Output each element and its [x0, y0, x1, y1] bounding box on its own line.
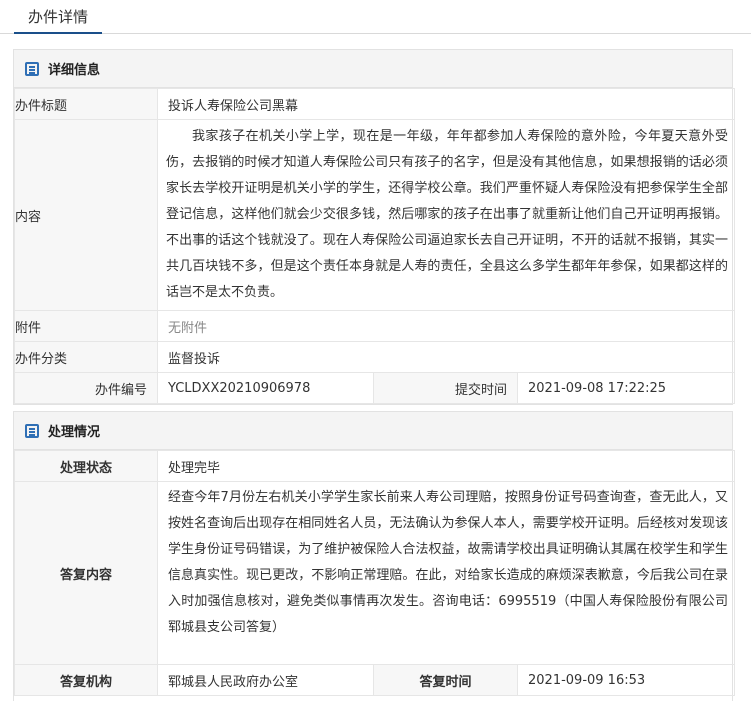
detail-info-section: 详细信息 办件标题 投诉人寿保险公司黑幕 内容 我家孩子在机关小学上学，现在是一… — [13, 49, 736, 405]
submit-time-value: 2021-09-08 17:22:25 — [516, 372, 736, 404]
case-title-value: 投诉人寿保险公司黑幕 — [156, 88, 736, 120]
table-row: 办件标题 投诉人寿保险公司黑幕 — [14, 88, 736, 120]
reply-time-label: 答复时间 — [373, 664, 518, 696]
detail-info-header: 详细信息 — [14, 50, 732, 88]
page-tab-bar: 办件详情 — [0, 0, 751, 34]
handling-section: 处理情况 处理状态 处理完毕 答复内容 经查今年7月份左右机关小学学生家长前来人… — [13, 411, 736, 701]
handling-header: 处理情况 — [14, 412, 732, 450]
table-row: 附件 无附件 — [14, 310, 736, 342]
reply-value: 经查今年7月份左右机关小学学生家长前来人寿公司理赔，按照身份证号码查询查，查无此… — [156, 481, 736, 665]
category-value: 监督投诉 — [156, 341, 736, 373]
table-row: 办件编号 YCLDXX20210906978 提交时间 2021-09-08 1… — [14, 372, 736, 404]
content-value: 我家孩子在机关小学上学，现在是一年级，年年都参加人寿保险的意外险，今年夏天意外受… — [156, 119, 736, 311]
table-row: 答复内容 经查今年7月份左右机关小学学生家长前来人寿公司理赔，按照身份证号码查询… — [14, 481, 736, 665]
detail-info-title: 详细信息 — [48, 63, 101, 78]
tab-case-detail[interactable]: 办件详情 — [14, 0, 103, 34]
table-row: 内容 我家孩子在机关小学上学，现在是一年级，年年都参加人寿保险的意外险，今年夏天… — [14, 119, 736, 311]
status-label: 处理状态 — [14, 450, 158, 482]
category-label: 办件分类 — [14, 341, 158, 373]
reply-label: 答复内容 — [14, 481, 158, 665]
content-label: 内容 — [14, 119, 158, 311]
table-row: 办件分类 监督投诉 — [14, 341, 736, 373]
reply-time-value: 2021-09-09 16:53 — [516, 664, 736, 696]
table-row: 答复机构 郓城县人民政府办公室 答复时间 2021-09-09 16:53 — [14, 664, 736, 696]
agency-value: 郓城县人民政府办公室 — [157, 664, 374, 696]
table-row: 处理状态 处理完毕 — [14, 450, 736, 482]
submit-time-label: 提交时间 — [373, 372, 518, 404]
detail-info-table: 办件标题 投诉人寿保险公司黑幕 内容 我家孩子在机关小学上学，现在是一年级，年年… — [14, 88, 736, 404]
list-doc-icon — [25, 423, 39, 438]
case-title-label: 办件标题 — [14, 88, 158, 120]
case-number-value: YCLDXX20210906978 — [157, 372, 374, 404]
list-doc-icon — [25, 61, 39, 76]
case-number-label: 办件编号 — [14, 372, 158, 404]
handling-table: 处理状态 处理完毕 答复内容 经查今年7月份左右机关小学学生家长前来人寿公司理赔… — [14, 450, 736, 696]
handling-title: 处理情况 — [48, 425, 101, 440]
attachment-value: 无附件 — [156, 310, 736, 342]
agency-label: 答复机构 — [14, 664, 158, 696]
attachment-label: 附件 — [14, 310, 158, 342]
status-value: 处理完毕 — [156, 450, 736, 482]
